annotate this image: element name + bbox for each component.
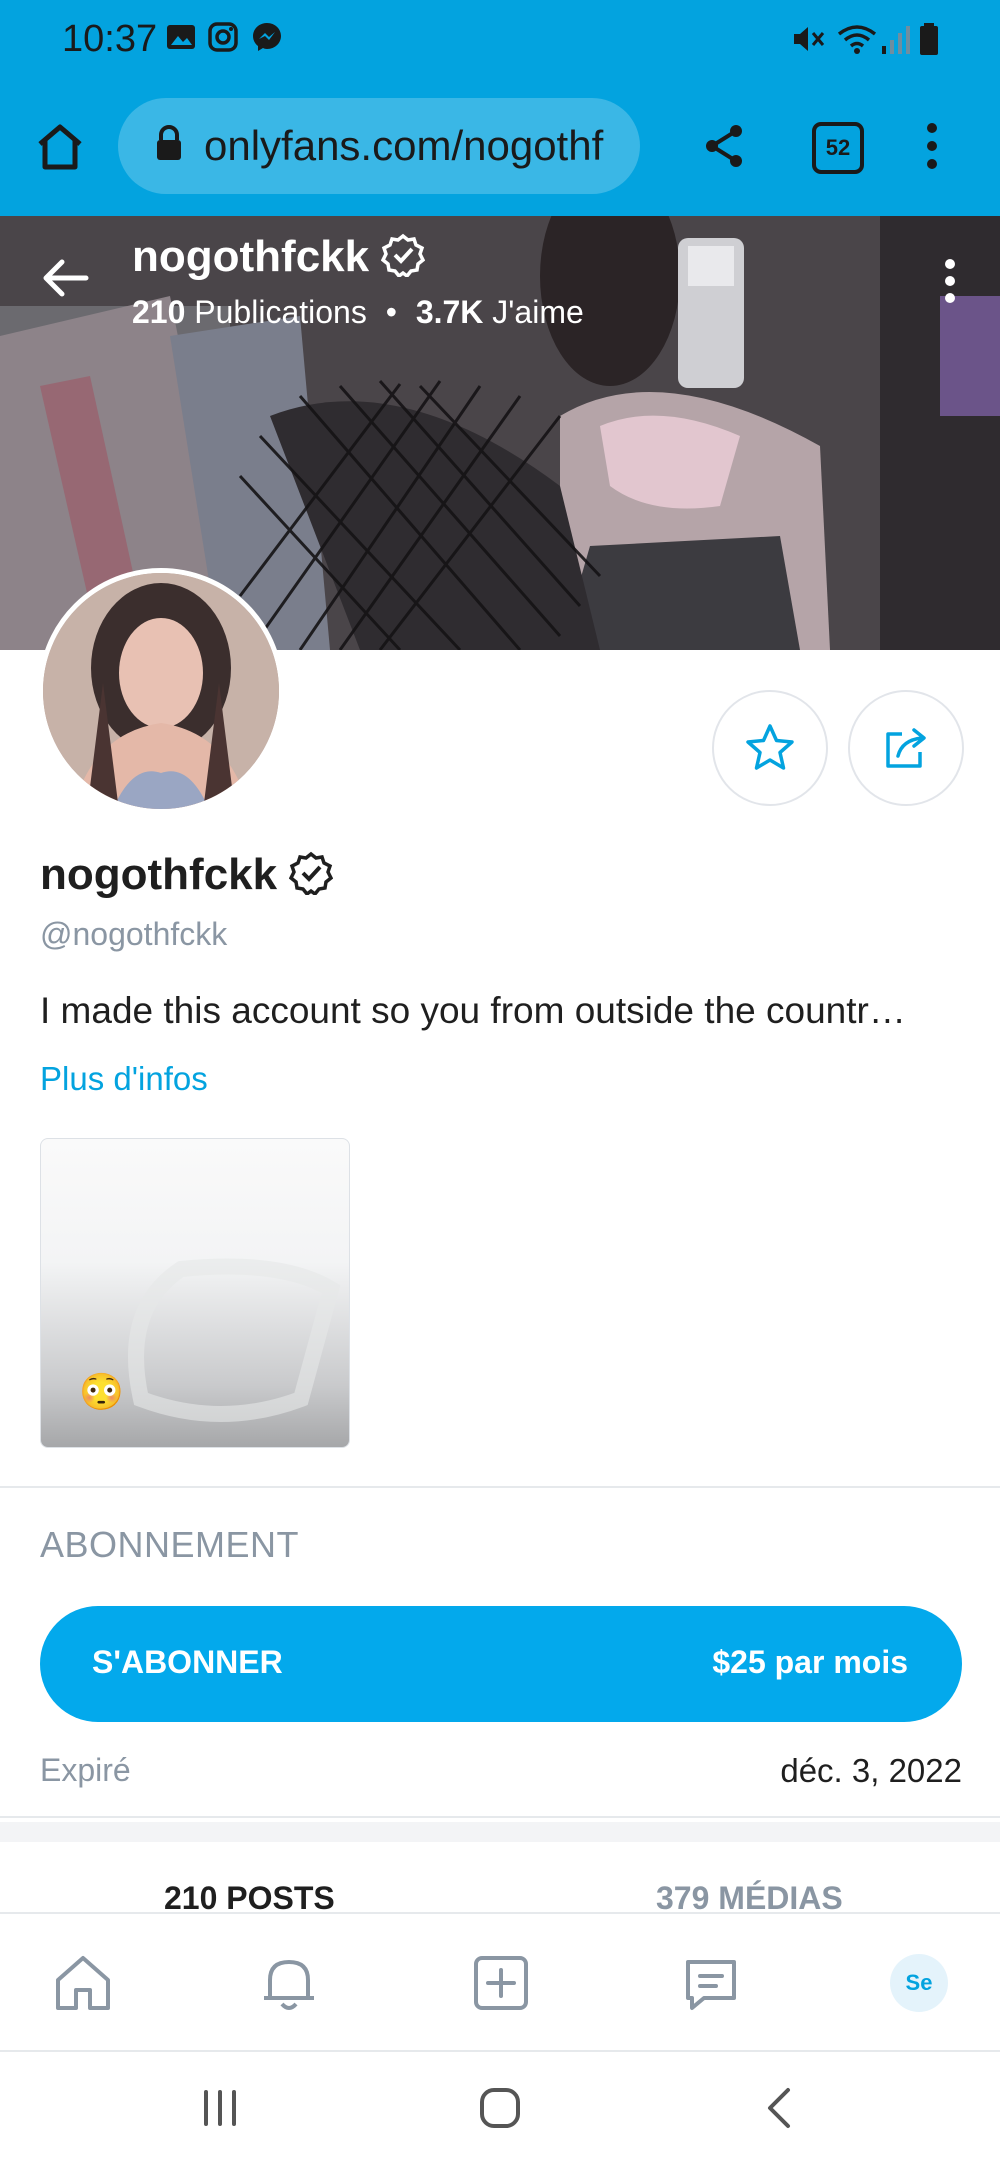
cover-username-text: nogothfckk xyxy=(132,232,370,281)
favorite-button[interactable] xyxy=(712,690,828,806)
wifi-icon xyxy=(837,25,877,54)
url-text: onlyfans.com/nogothf xyxy=(204,122,604,169)
bio-text: I made this account so you from outside … xyxy=(40,990,906,1031)
watermark-logo xyxy=(128,1258,341,1422)
section-gap xyxy=(0,1822,1000,1842)
status-time: 10:37 xyxy=(62,18,158,60)
subscribe-button[interactable]: S'ABONNER $25 par mois xyxy=(40,1606,962,1722)
likes-count: 3.7K xyxy=(415,294,484,330)
nav-messages-icon[interactable] xyxy=(678,1950,744,2016)
subscription-heading: ABONNEMENT xyxy=(40,1524,300,1565)
share-icon[interactable] xyxy=(702,122,748,170)
recent-apps-icon[interactable] xyxy=(198,2086,242,2130)
address-bar[interactable]: onlyfans.com/nogothf xyxy=(118,98,640,194)
flushed-face-emoji: 😳 xyxy=(79,1371,124,1412)
cover-stats: 210 Publications • 3.7K J'aime xyxy=(132,294,584,331)
divider xyxy=(0,1486,1000,1488)
subscribe-button-label: S'ABONNER xyxy=(92,1644,283,1680)
messenger-icon xyxy=(253,23,281,51)
more-info-link[interactable]: Plus d'infos xyxy=(40,1060,208,1098)
expired-label: Expiré xyxy=(40,1752,131,1788)
media-thumbnail[interactable]: 😳 xyxy=(40,1138,350,1448)
tab-count-button[interactable]: 52 xyxy=(812,122,864,174)
divider xyxy=(0,1816,1000,1818)
profile-name-text: nogothfckk xyxy=(40,850,278,899)
subscribe-price: $25 par mois xyxy=(712,1644,908,1680)
nav-profile-avatar[interactable]: Se xyxy=(890,1954,948,2012)
share-arrow-icon xyxy=(886,728,926,768)
cover-username: nogothfckk xyxy=(132,232,426,282)
nav-home-icon[interactable] xyxy=(50,1950,116,2016)
back-arrow-icon[interactable] xyxy=(40,256,90,300)
stats-separator: • xyxy=(385,294,397,330)
mute-icon xyxy=(794,27,825,51)
profile-handle: @nogothfckk xyxy=(40,916,228,952)
battery-icon xyxy=(920,23,938,55)
avatar-photo xyxy=(43,573,279,809)
profile-name: nogothfckk xyxy=(40,850,334,900)
system-home-icon[interactable] xyxy=(478,2086,522,2130)
gallery-icon xyxy=(167,25,195,49)
avatar[interactable] xyxy=(38,568,284,814)
nav-notifications-icon[interactable] xyxy=(256,1950,322,2016)
star-icon xyxy=(746,724,794,770)
instagram-icon xyxy=(208,22,238,52)
verified-badge-icon xyxy=(381,233,426,279)
home-icon[interactable] xyxy=(34,122,86,172)
share-profile-button[interactable] xyxy=(848,690,964,806)
lock-icon xyxy=(157,125,181,160)
browser-menu-icon[interactable] xyxy=(920,122,944,170)
verified-badge-icon xyxy=(289,851,334,897)
likes-label: J'aime xyxy=(492,294,584,330)
profile-menu-icon[interactable] xyxy=(938,256,962,306)
system-back-icon[interactable] xyxy=(758,2086,802,2130)
signal-icon xyxy=(882,26,910,54)
expired-date: déc. 3, 2022 xyxy=(780,1752,962,1789)
nav-add-post-icon[interactable] xyxy=(468,1950,534,2016)
posts-count: 210 xyxy=(132,294,186,330)
posts-label: Publications xyxy=(194,294,367,330)
